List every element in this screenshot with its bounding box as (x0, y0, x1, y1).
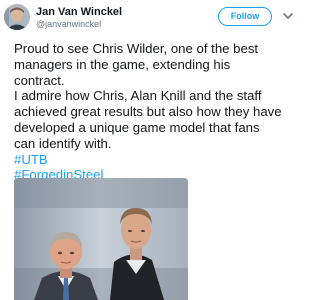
tweet-text-line: managers in the game, extending his (14, 56, 231, 72)
tweet-photo[interactable] (14, 178, 188, 300)
tweet-text-line: can identify with. (14, 135, 112, 151)
tweet-card: Jan Van Winckel @janvanwinckel Follow Pr… (0, 0, 296, 300)
follow-button[interactable]: Follow (218, 7, 272, 26)
chevron-down-icon (283, 13, 293, 19)
tweet-text: Proud to see Chris Wilder, one of the be… (14, 41, 294, 183)
tweet-text-line: achieved great results but also how they… (14, 104, 282, 120)
hashtag-link[interactable]: #UTB (14, 152, 294, 168)
tweet-text-line: contract. (14, 72, 65, 88)
tweet-header: Jan Van Winckel @janvanwinckel Follow (0, 0, 296, 34)
tweet-text-line: developed a unique game model that fans (14, 119, 260, 135)
author-display-name[interactable]: Jan Van Winckel (36, 6, 176, 19)
author-info: Jan Van Winckel @janvanwinckel (36, 6, 176, 30)
more-options-button[interactable] (282, 9, 294, 21)
tweet-text-line: Proud to see Chris Wilder, one of the be… (14, 41, 259, 56)
author-avatar[interactable] (4, 4, 30, 30)
author-handle[interactable]: @janvanwinckel (36, 19, 176, 30)
tweet-text-line: I admire how Chris, Alan Knill and the s… (14, 88, 262, 104)
